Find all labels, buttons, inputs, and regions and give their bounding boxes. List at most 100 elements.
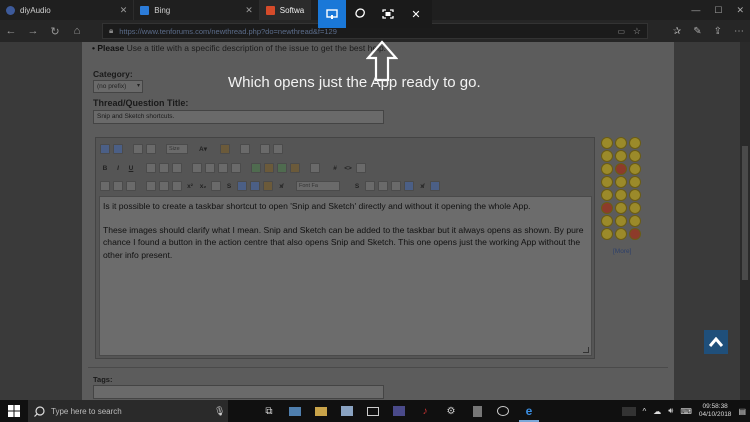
align-center-icon[interactable] [159, 163, 169, 173]
media-icon[interactable] [404, 181, 414, 191]
text-color-icon[interactable]: A▾ [198, 145, 208, 153]
smiley-icon[interactable] [601, 163, 613, 175]
smiley-icon[interactable] [629, 176, 641, 188]
ordered-list-icon[interactable] [192, 163, 202, 173]
freeform-snip-button[interactable] [346, 0, 374, 28]
smiley-icon[interactable] [601, 189, 613, 201]
reading-view-icon[interactable]: ▭ [617, 27, 625, 36]
table-icon[interactable] [100, 181, 110, 191]
taskbar-search-box[interactable]: Type here to search 🎙︎ [28, 400, 228, 422]
strike-icon[interactable] [211, 181, 221, 191]
smiley-icon[interactable] [615, 163, 627, 175]
fullscreen-snip-button[interactable] [374, 0, 402, 28]
smiley-icon[interactable] [601, 150, 613, 162]
superscript-icon[interactable]: x² [185, 183, 195, 190]
highlight-icon[interactable] [378, 181, 388, 191]
home-icon[interactable]: ⌂ [66, 20, 88, 42]
taskbar-app-media-icon[interactable] [386, 400, 412, 422]
scrollbar-thumb[interactable] [742, 146, 748, 280]
taskbar-app-bank-icon[interactable] [334, 400, 360, 422]
smiley-icon[interactable] [601, 215, 613, 227]
smiley-icon[interactable] [629, 228, 641, 240]
unordered-list-icon[interactable] [205, 163, 215, 173]
refresh-icon[interactable]: ↻ [44, 20, 66, 42]
smiley-icon[interactable] [629, 189, 641, 201]
resize-grip-icon[interactable] [583, 347, 589, 353]
volume-icon[interactable]: 🔊︎ [668, 406, 673, 416]
subscript-icon[interactable]: x₂ [198, 183, 208, 190]
smiley-icon[interactable] [629, 150, 641, 162]
spoiler-icon[interactable] [159, 181, 169, 191]
microphone-icon[interactable]: 🎙︎ [214, 406, 225, 417]
favorites-icon[interactable]: ✰ [673, 26, 681, 37]
maximize-icon[interactable]: ☐ [714, 5, 722, 16]
taskbar-app-calculator-icon[interactable] [464, 400, 490, 422]
message-textarea[interactable]: Is it possible to create a taskbar short… [99, 196, 592, 356]
html-icon[interactable]: <> [343, 165, 353, 172]
smiley-icon[interactable] [629, 137, 641, 149]
code-icon[interactable]: # [330, 165, 340, 172]
smiley-icon[interactable] [615, 137, 627, 149]
indent-icon[interactable] [231, 163, 241, 173]
link-icon[interactable] [251, 163, 261, 173]
tray-app-icon[interactable] [621, 406, 636, 416]
smiley-icon[interactable] [615, 215, 627, 227]
video-icon[interactable] [277, 163, 287, 173]
redo-icon[interactable] [273, 144, 283, 154]
smilie-icon[interactable] [220, 144, 230, 154]
minimize-icon[interactable]: — [691, 5, 700, 15]
smiley-icon[interactable] [601, 228, 613, 240]
keyboard-icon[interactable]: ⌨ [680, 407, 692, 416]
strikethrough-icon[interactable]: S [224, 183, 234, 190]
php-icon[interactable] [356, 163, 366, 173]
rectangular-snip-button[interactable] [318, 0, 346, 28]
clock[interactable]: 09:58:38 04/10/2018 [699, 403, 732, 419]
more-icon[interactable]: ⋯ [734, 26, 744, 37]
smiley-icon[interactable] [629, 163, 641, 175]
italic-icon[interactable]: I [113, 165, 123, 172]
taskbar-app-settings-icon[interactable]: ⚙ [438, 400, 464, 422]
twitter-icon[interactable] [250, 181, 260, 191]
tags-input[interactable] [93, 385, 384, 399]
smiley-icon[interactable] [601, 202, 613, 214]
category-select[interactable]: (no prefix) ▾ [93, 80, 143, 93]
page-scrollbar[interactable] [740, 42, 750, 400]
smiley-icon[interactable] [601, 176, 613, 188]
remove-icon[interactable]: x̸ [417, 183, 427, 190]
notes-icon[interactable]: ✎ [693, 26, 701, 37]
taskbar-app-music-icon[interactable]: ♪ [412, 400, 438, 422]
emoji-icon[interactable] [391, 181, 401, 191]
back-icon[interactable]: ← [0, 20, 22, 42]
tab-diyaudio[interactable]: diyAudio ✕ [0, 0, 135, 20]
smiley-icon[interactable] [629, 215, 641, 227]
font-family-dropdown[interactable]: Font Fa [296, 181, 340, 191]
color-icon[interactable] [365, 181, 375, 191]
share-icon[interactable]: ⇪ [714, 26, 722, 37]
paste-icon[interactable] [240, 144, 250, 154]
start-button[interactable] [0, 400, 28, 422]
taskbar-app-edge-icon[interactable]: e [516, 400, 542, 422]
align-right-icon[interactable] [172, 163, 182, 173]
more-smilies-link[interactable]: [More] [613, 248, 631, 255]
tab-bing[interactable]: Bing ✕ [134, 0, 260, 20]
scroll-to-top-button[interactable] [704, 330, 728, 354]
hr-icon[interactable] [146, 181, 156, 191]
action-center-icon[interactable]: ▤ [738, 407, 746, 416]
strike-text-icon[interactable]: S [352, 183, 362, 190]
smiley-icon[interactable] [615, 228, 627, 240]
align-left-icon[interactable] [146, 163, 156, 173]
outdent-icon[interactable] [218, 163, 228, 173]
clear-format-icon[interactable]: x̸ [276, 183, 286, 190]
copy-icon[interactable] [146, 144, 156, 154]
close-snip-button[interactable]: ✕ [402, 0, 430, 28]
table-col-icon[interactable] [126, 181, 136, 191]
close-window-icon[interactable]: ✕ [736, 5, 744, 16]
cut-icon[interactable] [133, 144, 143, 154]
taskbar-app-explorer-icon[interactable] [308, 400, 334, 422]
google-icon[interactable] [237, 181, 247, 191]
forward-icon[interactable]: → [22, 20, 44, 42]
smiley-icon[interactable] [601, 137, 613, 149]
close-tab-icon[interactable]: ✕ [245, 5, 253, 16]
close-tab-icon[interactable]: ✕ [120, 5, 128, 16]
indent-block-icon[interactable] [172, 181, 182, 191]
